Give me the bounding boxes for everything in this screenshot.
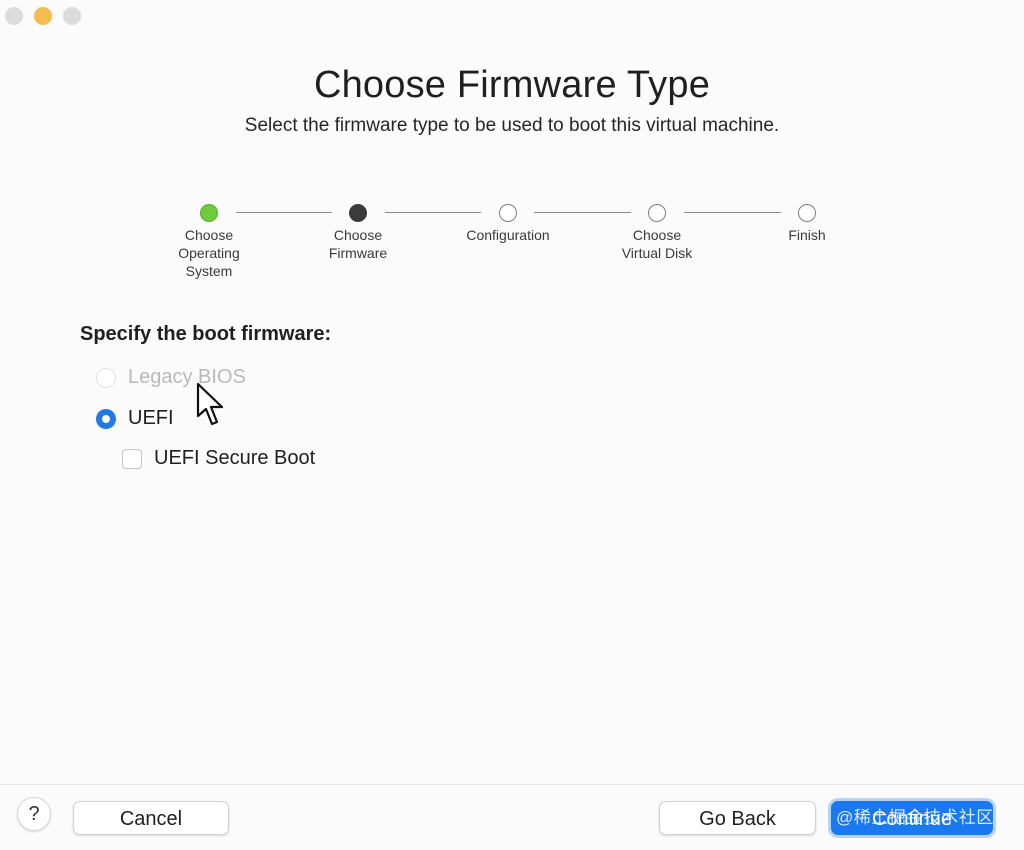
step-label: Finish [788, 227, 826, 243]
window-controls [5, 7, 81, 25]
vm-wizard-window: Choose Firmware Type Select the firmware… [0, 0, 1024, 850]
uefi-option[interactable]: UEFI [96, 407, 174, 430]
step-done-dot [200, 204, 218, 222]
go-back-button[interactable]: Go Back [659, 801, 816, 835]
step-choose-virtual-disk: Choose Virtual Disk [597, 202, 717, 262]
page-title: Choose Firmware Type [313, 64, 711, 106]
step-choose-os: Choose Operating System [149, 202, 269, 280]
wizard-stepper: Choose Operating System Choose Firmware … [0, 202, 1024, 292]
step-label: Configuration [466, 227, 550, 243]
step-pending-dot [499, 204, 517, 222]
uefi-label: UEFI [128, 407, 174, 429]
mouse-pointer-icon [196, 382, 224, 426]
boot-firmware-label: Specify the boot firmware: [80, 323, 332, 345]
step-choose-firmware: Choose Firmware [298, 202, 418, 262]
uefi-secure-boot-checkbox[interactable] [122, 448, 142, 469]
continue-button[interactable]: Continue [831, 801, 993, 835]
help-button[interactable]: ? [17, 797, 51, 831]
step-label: Choose Virtual Disk [621, 227, 693, 261]
step-pending-dot [648, 204, 666, 222]
close-window-button[interactable] [5, 7, 23, 25]
step-label: Choose Operating System [178, 227, 240, 279]
minimize-window-button[interactable] [34, 7, 52, 25]
cancel-button[interactable]: Cancel [73, 801, 229, 835]
page-subtitle: Select the firmware type to be used to b… [244, 115, 780, 136]
step-pending-dot [798, 204, 816, 222]
step-finish: Finish [747, 202, 867, 244]
legacy-bios-label: Legacy BIOS [128, 366, 246, 388]
zoom-window-button[interactable] [63, 7, 81, 25]
uefi-radio[interactable] [96, 408, 116, 429]
uefi-secure-boot-label: UEFI Secure Boot [154, 447, 316, 469]
legacy-bios-radio[interactable] [96, 367, 116, 388]
step-label: Choose Firmware [328, 227, 388, 261]
uefi-secure-boot-option[interactable]: UEFI Secure Boot [122, 447, 315, 470]
step-current-dot [349, 204, 367, 222]
step-configuration: Configuration [448, 202, 568, 244]
